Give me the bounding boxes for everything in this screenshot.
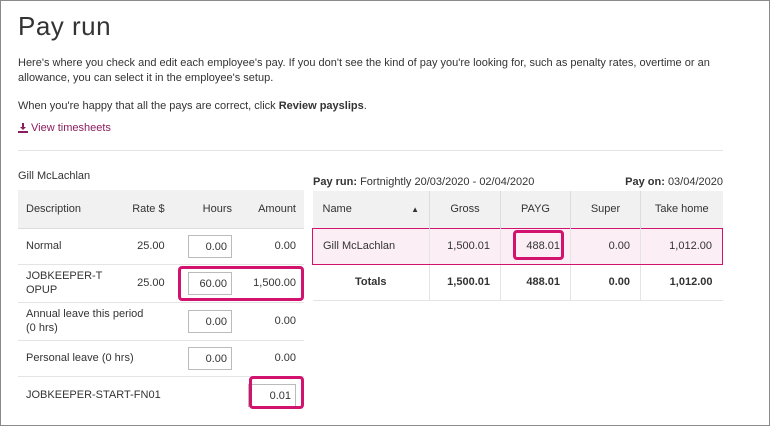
employee-name: Gill McLachlan — [18, 170, 91, 182]
col-take-home: Take home — [640, 191, 723, 228]
instruction-text: When you're happy that all the pays are … — [18, 100, 367, 112]
hours-input[interactable]: 0.00 — [188, 346, 232, 370]
table-row: Annual leave this period (0 hrs) 0.00 0.… — [18, 302, 304, 341]
table-row: Personal leave (0 hrs) 0.00 0.00 — [18, 340, 304, 377]
page-frame: Pay run Here's where you check and edit … — [0, 0, 770, 426]
col-gross: Gross — [429, 191, 501, 228]
col-rate: Rate $ — [113, 190, 173, 229]
highlight-jobkeeper-topup — [178, 266, 304, 301]
col-hours: Hours — [172, 190, 240, 229]
intro-text: Here's where you check and edit each emp… — [18, 57, 710, 84]
review-payslips-label: Review payslips — [278, 100, 364, 112]
col-super: Super — [570, 191, 641, 228]
payrun-header: Pay run: Fortnightly 20/03/2020 - 02/04/… — [313, 176, 723, 188]
highlight-jobkeeper-start — [249, 376, 304, 409]
col-description: Description — [18, 190, 114, 229]
table-row: Normal 25.00 0.00 0.00 — [18, 228, 304, 265]
hours-input[interactable]: 0.00 — [188, 309, 232, 333]
hours-input[interactable]: 0.00 — [188, 234, 232, 258]
page-title: Pay run — [18, 11, 112, 41]
col-amount: Amount — [240, 190, 304, 229]
divider — [18, 150, 723, 151]
payrun-period: Fortnightly 20/03/2020 - 02/04/2020 — [360, 176, 535, 188]
totals-row: Totals 1,500.01 488.01 0.00 1,012.00 — [312, 264, 723, 301]
sort-up-icon: ▲ — [411, 204, 419, 214]
highlight-payg — [513, 230, 564, 260]
view-timesheets-link[interactable]: View timesheets — [18, 122, 111, 134]
download-icon — [18, 123, 28, 133]
col-name[interactable]: Name ▲ — [312, 191, 430, 228]
pay-on-date: 03/04/2020 — [667, 176, 723, 188]
col-payg: PAYG — [500, 191, 571, 228]
